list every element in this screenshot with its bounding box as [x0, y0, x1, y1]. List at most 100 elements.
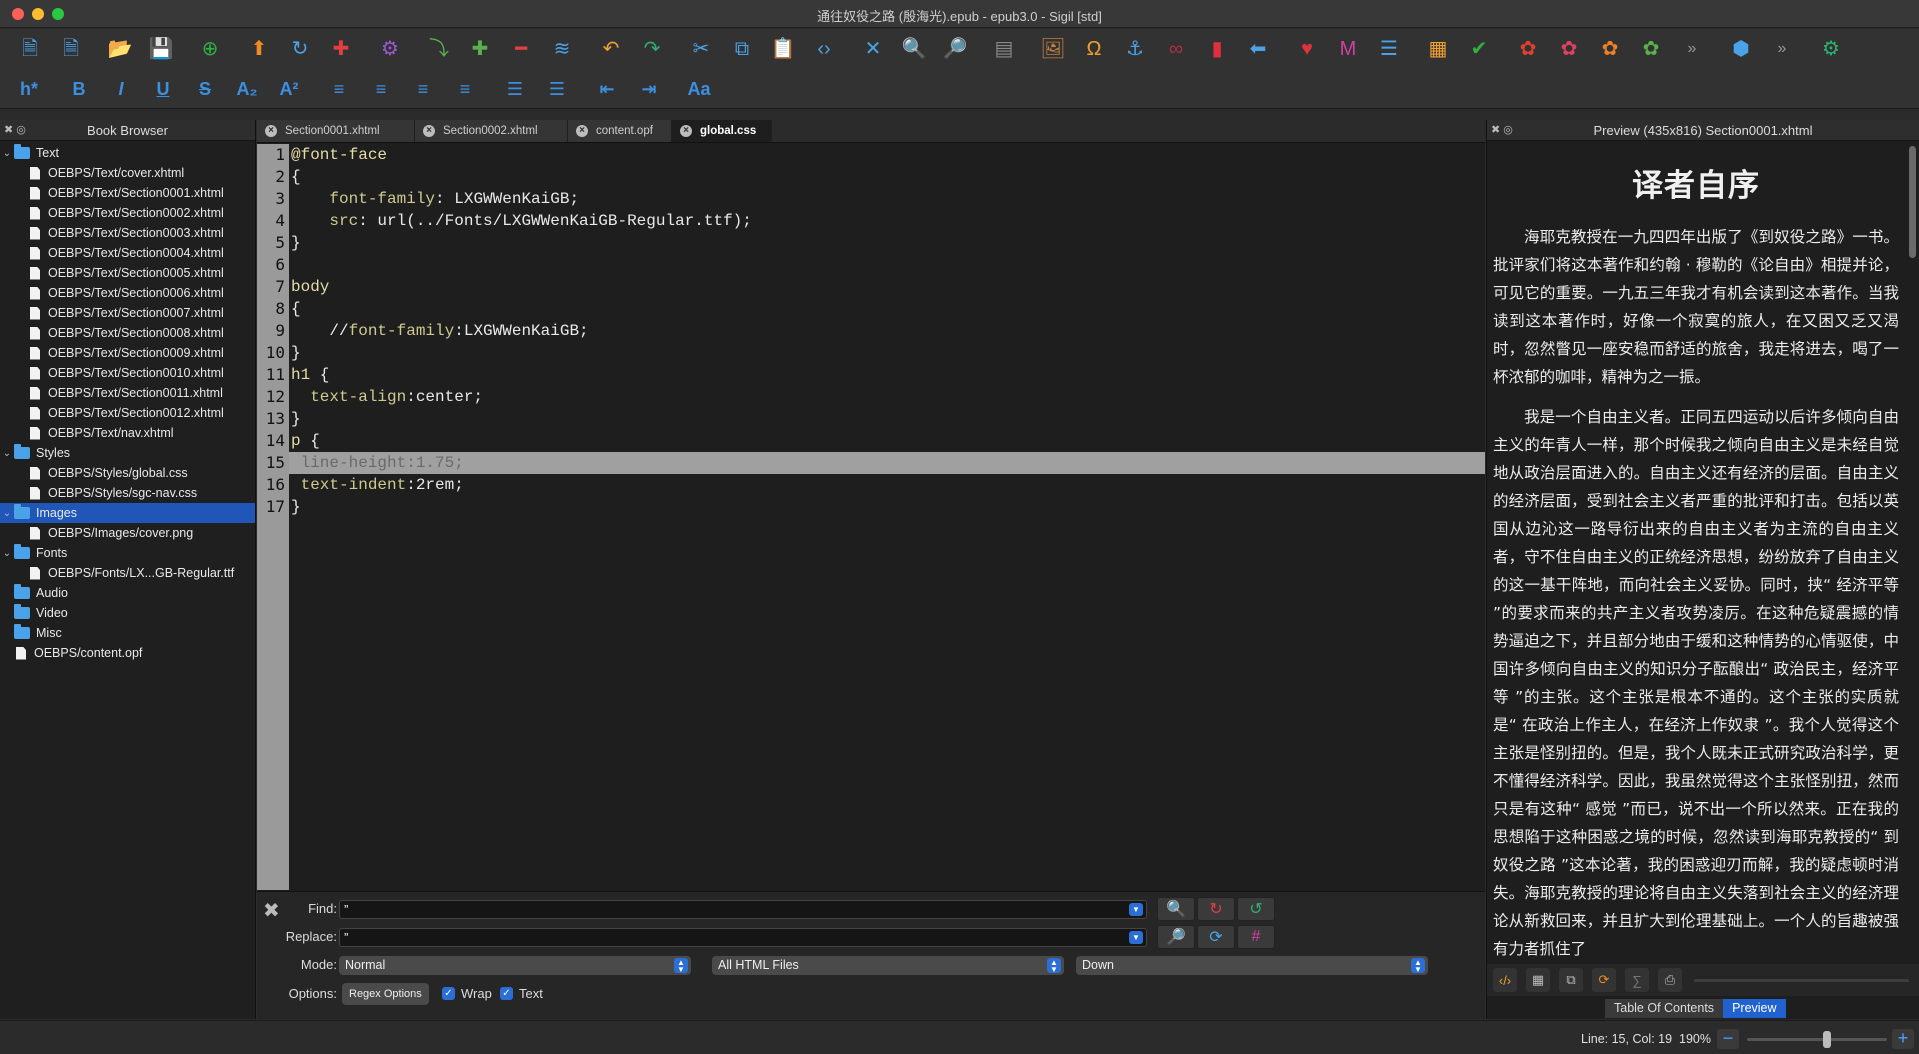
search-advanced-icon[interactable]: 🔎	[939, 33, 971, 65]
code-line[interactable]: }	[289, 496, 1485, 518]
open-folder-icon[interactable]: 📂	[104, 33, 136, 65]
chevron-down-icon[interactable]: ⌄	[0, 148, 14, 159]
tree-folder[interactable]: Video	[0, 603, 255, 623]
insert-before-icon[interactable]: ⤵	[423, 33, 455, 65]
spellcheck-icon[interactable]: ✔	[1463, 33, 1495, 65]
tree-file[interactable]: OEBPS/Text/Section0011.xhtml	[0, 383, 255, 403]
print-icon[interactable]: ⎙	[1658, 968, 1682, 992]
tree-folder[interactable]: ⌄ Text	[0, 143, 255, 163]
tree-file[interactable]: OEBPS/Text/Section0005.xhtml	[0, 263, 255, 283]
close-tab-icon[interactable]: ×	[423, 125, 435, 137]
heading-icon[interactable]: h*	[14, 74, 44, 104]
preview-scrollbar[interactable]	[1909, 144, 1917, 964]
close-tab-icon[interactable]: ×	[265, 125, 277, 137]
zoom-out-button[interactable]: −	[1717, 1029, 1739, 1049]
preview-content[interactable]: 译者自序 海耶克教授在一九四四年出版了《到奴役之路》一书。批评家们将这本著作和约…	[1487, 142, 1907, 964]
tree-file[interactable]: OEBPS/Text/Section0002.xhtml	[0, 203, 255, 223]
insert-image-icon[interactable]: 🖼	[1037, 33, 1069, 65]
code-line[interactable]: text-indent:2rem;	[289, 474, 1485, 496]
code-line[interactable]: {	[289, 166, 1485, 188]
plugin-check-icon[interactable]: ⚙	[1815, 33, 1847, 65]
code-line[interactable]: //font-family:LXGWWenKaiGB;	[289, 320, 1485, 342]
editor-tab[interactable]: × content.opf	[568, 120, 672, 142]
metadata-icon[interactable]: M	[1332, 33, 1364, 65]
editor-tab[interactable]: × Section0001.xhtml	[257, 120, 415, 142]
decrease-indent-icon[interactable]: ⇤	[592, 74, 622, 104]
tree-folder[interactable]: Misc	[0, 623, 255, 643]
bold-icon[interactable]: B	[64, 74, 94, 104]
reload-preview-icon[interactable]: ⟳	[1592, 968, 1616, 992]
editor-tab[interactable]: × global.css	[672, 120, 772, 142]
plugin-6-icon[interactable]: ⬢	[1725, 33, 1757, 65]
plugin-1-icon[interactable]: ✿	[1512, 33, 1544, 65]
code-line[interactable]: }	[289, 232, 1485, 254]
close-tab-icon[interactable]: ×	[680, 125, 692, 137]
undo-icon[interactable]: ↶	[595, 33, 627, 65]
tree-folder[interactable]: ⌄ Styles	[0, 443, 255, 463]
redo-icon[interactable]: ↷	[636, 33, 668, 65]
code-line[interactable]: text-align:center;	[289, 386, 1485, 408]
tree-file[interactable]: OEBPS/Text/Section0004.xhtml	[0, 243, 255, 263]
tree-file[interactable]: OEBPS/Text/Section0007.xhtml	[0, 303, 255, 323]
panel-close-float-icons[interactable]: ✖ ◎	[4, 123, 26, 136]
regex-options-button[interactable]: Regex Options	[342, 983, 429, 1005]
find-history-dropdown-icon[interactable]: ▼	[1129, 903, 1143, 916]
increase-indent-icon[interactable]: ⇥	[634, 74, 664, 104]
heart-icon[interactable]: ♥	[1291, 33, 1323, 65]
tree-file[interactable]: OEBPS/Text/Section0006.xhtml	[0, 283, 255, 303]
italic-icon[interactable]: I	[106, 74, 136, 104]
remove-icon[interactable]: ━	[505, 33, 537, 65]
link-code-icon[interactable]: ‹›	[808, 33, 840, 65]
replace-history-dropdown-icon[interactable]: ▼	[1129, 931, 1143, 944]
align-center-icon[interactable]: ≡	[366, 74, 396, 104]
code-view[interactable]: 1 2 3 4 5 6 7 8 9 10 11 12 13 14 15 16 17 @font-face{ fo…	[257, 144, 1485, 890]
code-line[interactable]	[289, 254, 1485, 276]
code-line[interactable]: line-height:1.75;	[289, 452, 1485, 474]
editor-tab[interactable]: × Section0002.xhtml	[415, 120, 568, 142]
subscript-icon[interactable]: A₂	[232, 74, 262, 104]
bullet-list-icon[interactable]: ☰	[500, 74, 530, 104]
code-line[interactable]: }	[289, 342, 1485, 364]
settings-gear-icon[interactable]: ⚙	[374, 33, 406, 65]
move-up-icon[interactable]: ⬆	[243, 33, 275, 65]
plugin-2-icon[interactable]: ✿	[1553, 33, 1585, 65]
tree-file[interactable]: OEBPS/Text/Section0009.xhtml	[0, 343, 255, 363]
paste-icon[interactable]: 📋	[767, 33, 799, 65]
preview-zoom-slider[interactable]	[1694, 979, 1909, 982]
replace-input[interactable]: ” ▼	[339, 928, 1147, 947]
overflow-chevron-icon[interactable]: »	[1676, 33, 1708, 65]
select-all-icon[interactable]: ▦	[1526, 968, 1550, 992]
code-line[interactable]: @font-face	[289, 144, 1485, 166]
strikethrough-icon[interactable]: S	[190, 74, 220, 104]
x-tool-icon[interactable]: ✕	[857, 33, 889, 65]
code-line[interactable]: p {	[289, 430, 1485, 452]
text-case-icon[interactable]: Aa	[684, 74, 714, 104]
superscript-icon[interactable]: A²	[274, 74, 304, 104]
search-icon[interactable]: 🔍	[898, 33, 930, 65]
preview-scroll-thumb[interactable]	[1909, 146, 1916, 258]
regex-hash-icon[interactable]: #	[1237, 925, 1275, 949]
tab-preview[interactable]: Preview	[1723, 999, 1786, 1018]
align-right-icon[interactable]: ≡	[408, 74, 438, 104]
tree-file[interactable]: OEBPS/Fonts/LX...GB-Regular.ttf	[0, 563, 255, 583]
zoom-in-button[interactable]: +	[1892, 1029, 1914, 1049]
copy-icon[interactable]: ⧉	[726, 33, 758, 65]
chevron-down-icon[interactable]: ⌄	[0, 548, 14, 559]
code-line[interactable]: }	[289, 408, 1485, 430]
link-icon[interactable]: ∞	[1160, 33, 1192, 65]
zoom-slider-thumb[interactable]	[1823, 1031, 1831, 1048]
new-html-icon[interactable]: 🗎	[14, 33, 46, 65]
insert-special-char-icon[interactable]: Ω	[1078, 33, 1110, 65]
code-line[interactable]: {	[289, 298, 1485, 320]
generate-toc-icon[interactable]: ▦	[1422, 33, 1454, 65]
tree-file[interactable]: OEBPS/Styles/sgc-nav.css	[0, 483, 255, 503]
add-existing-icon[interactable]: ⊕	[194, 33, 226, 65]
tree-file[interactable]: OEBPS/Text/Section0010.xhtml	[0, 363, 255, 383]
code-line[interactable]: h1 {	[289, 364, 1485, 386]
merge-icon[interactable]: ≋	[546, 33, 578, 65]
direction-select[interactable]: Down ▲ ▼	[1076, 956, 1428, 975]
tree-file[interactable]: OEBPS/content.opf	[0, 643, 255, 663]
tree-folder[interactable]: ⌄ Images	[0, 503, 255, 523]
tree-file[interactable]: OEBPS/Text/Section0003.xhtml	[0, 223, 255, 243]
code-line[interactable]: body	[289, 276, 1485, 298]
